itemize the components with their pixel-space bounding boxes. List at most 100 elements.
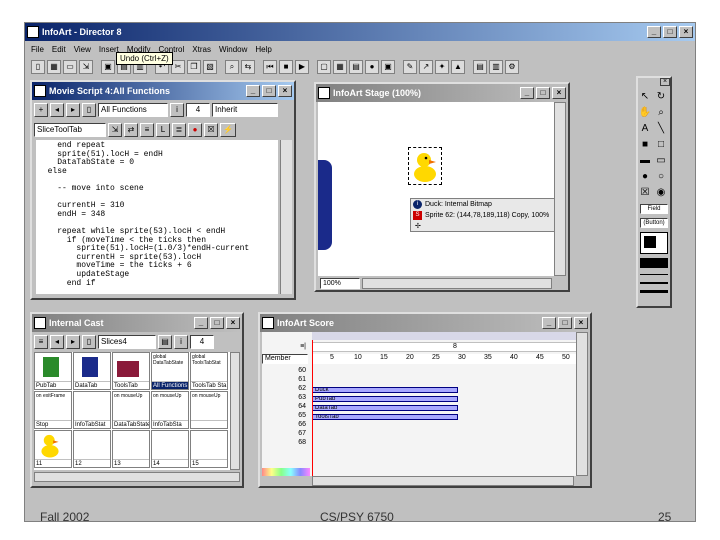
channel-65[interactable]: 65 [266,412,308,421]
cast-minimize-button[interactable]: _ [194,317,208,329]
score-color-chips[interactable] [262,468,310,476]
score-titlebar[interactable]: InfoArt Score _ □ × [260,314,590,332]
maximize-button[interactable]: □ [663,26,677,38]
stage-titlebar[interactable]: InfoArt Stage (100%) _ □ × [316,84,568,102]
script-cast-number[interactable]: 4 [186,103,210,117]
stage-icon[interactable]: ▢ [317,60,331,74]
cast-hscrollbar[interactable] [34,472,240,482]
stage-vscrollbar[interactable] [554,102,566,276]
handler-dropdown[interactable]: All Functions [98,103,168,117]
categorized-lingo-icon[interactable]: ≣ [172,123,186,137]
script-code-editor[interactable]: end repeat sprite(51).locH = endH DataTa… [36,140,278,294]
sprite-span-toolstab[interactable]: ToolsTab [312,414,458,420]
cast-info-button[interactable]: i [174,335,188,349]
score-vscrollbar[interactable] [576,332,588,476]
import-icon[interactable]: ⇲ [79,60,93,74]
button-tool-button[interactable]: (Button) [640,218,668,228]
uncomment-icon[interactable]: ≡ [140,123,154,137]
script-scrollbar[interactable] [280,140,292,294]
cast-member-3[interactable]: ToolsTab [112,352,150,390]
stop-icon[interactable]: ■ [279,60,293,74]
script-minimize-button[interactable]: _ [246,85,260,97]
save-icon[interactable]: ▣ [101,60,115,74]
rotate-tool-icon[interactable]: ↻ [654,90,668,104]
frame-ruler[interactable]: 5 10 15 20 25 30 35 40 45 50 [312,354,578,364]
comment-icon[interactable]: ⇄ [124,123,138,137]
cast-member-2[interactable]: DataTab [73,352,111,390]
cast-member-5[interactable]: global ToolsTabStat ToolsTab Sta [190,352,228,390]
message-icon[interactable]: ▥ [489,60,503,74]
stage-hscrollbar[interactable] [362,278,552,289]
line-width-3[interactable] [640,290,668,293]
sprite-span-datatab[interactable]: DataTab [312,405,458,411]
sprite-span-pubtab[interactable]: PubTab [312,396,458,402]
score-grid[interactable]: ≡| 8 Member 5 10 15 20 25 30 35 40 45 50… [262,332,578,476]
exchange-icon[interactable]: ⇆ [241,60,255,74]
score-maximize-button[interactable]: □ [558,317,572,329]
score-icon[interactable]: ▦ [333,60,347,74]
find-icon[interactable]: ⌕ [225,60,239,74]
paste-icon[interactable]: ▧ [203,60,217,74]
paint-icon[interactable]: ✎ [403,60,417,74]
cast-list-icon[interactable]: ≡ [34,335,48,349]
cast-member-14[interactable]: 14 [151,430,189,468]
cast-drag-icon[interactable]: ▯ [82,335,96,349]
cast-icon[interactable]: ▤ [349,60,363,74]
script-icon[interactable]: ▤ [473,60,487,74]
stage-close-button[interactable]: × [552,87,566,99]
copy-icon[interactable]: ❐ [187,60,201,74]
app-titlebar[interactable]: InfoArt - Director 8 _ □ × [25,23,695,41]
cast-titlebar[interactable]: Internal Cast _ □ × [32,314,242,332]
script-info-button[interactable]: i [170,103,184,117]
go-to-handler-icon[interactable]: ⇲ [108,123,122,137]
menu-edit[interactable]: Edit [52,45,66,54]
next-script-button[interactable]: ▸ [66,103,80,117]
checkbox-tool-icon[interactable]: ☒ [638,186,652,200]
roundrect-icon[interactable]: ▭ [654,154,668,168]
filled-ellipse-icon[interactable]: ● [638,170,652,184]
alphabetical-lingo-icon[interactable]: L [156,123,170,137]
open-icon[interactable]: ▭ [63,60,77,74]
line-width-1[interactable] [640,274,668,275]
cast-member-4[interactable]: global DataTabState All Functions [151,352,189,390]
cast-member-7[interactable]: InfoTabStat [73,391,111,429]
code-line[interactable]: end if [38,279,276,289]
script-titlebar[interactable]: Movie Script 4:All Functions _ □ × [32,82,294,100]
foreground-background-color-chips[interactable] [640,232,668,254]
rewind-icon[interactable]: ⏮ [263,60,277,74]
code-line[interactable]: endH = 348 [38,210,276,220]
toggle-breakpoint-icon[interactable]: ● [188,123,202,137]
duck-sprite[interactable] [408,147,442,185]
tempo-channel[interactable] [312,332,578,340]
code-line[interactable]: DataTabState = 0 [38,159,276,168]
menu-window[interactable]: Window [219,45,247,54]
score-hscrollbar[interactable] [312,476,574,486]
cast-vscrollbar[interactable] [230,352,240,470]
script-close-button[interactable]: × [278,85,292,97]
watch-expression-icon[interactable]: ☒ [204,123,218,137]
cast-maximize-button[interactable]: □ [210,317,224,329]
script-cast-dropdown[interactable]: Inherit [212,103,278,117]
new-movie-icon[interactable]: ▯ [31,60,45,74]
field-tool-button[interactable]: Field [640,204,668,214]
code-line[interactable]: else [38,167,276,177]
drag-member-icon[interactable]: ▯ [82,103,96,117]
stage-maximize-button[interactable]: □ [536,87,550,99]
stage-zoom-field[interactable]: 100% [320,278,360,289]
menu-help[interactable]: Help [255,45,271,54]
script-member-dropdown[interactable]: SliceToolTab [34,123,106,137]
ellipse-icon[interactable]: ○ [654,170,668,184]
play-icon[interactable]: ▶ [295,60,309,74]
cast-close-button[interactable]: × [226,317,240,329]
menu-xtras[interactable]: Xtras [192,45,211,54]
script-maximize-button[interactable]: □ [262,85,276,97]
cast-member-12[interactable]: 12 [73,430,111,468]
channel-68[interactable]: 68 [266,439,308,448]
code-line[interactable]: -- move into scene [38,184,276,194]
cast-script-icon[interactable]: ▤ [158,335,172,349]
close-button[interactable]: × [679,26,693,38]
cast-member-13[interactable]: 13 [112,430,150,468]
cast-member-1[interactable]: PubTab [34,352,72,390]
cast-number-field[interactable]: 4 [190,335,214,349]
filled-roundrect-icon[interactable]: ▬ [638,154,652,168]
